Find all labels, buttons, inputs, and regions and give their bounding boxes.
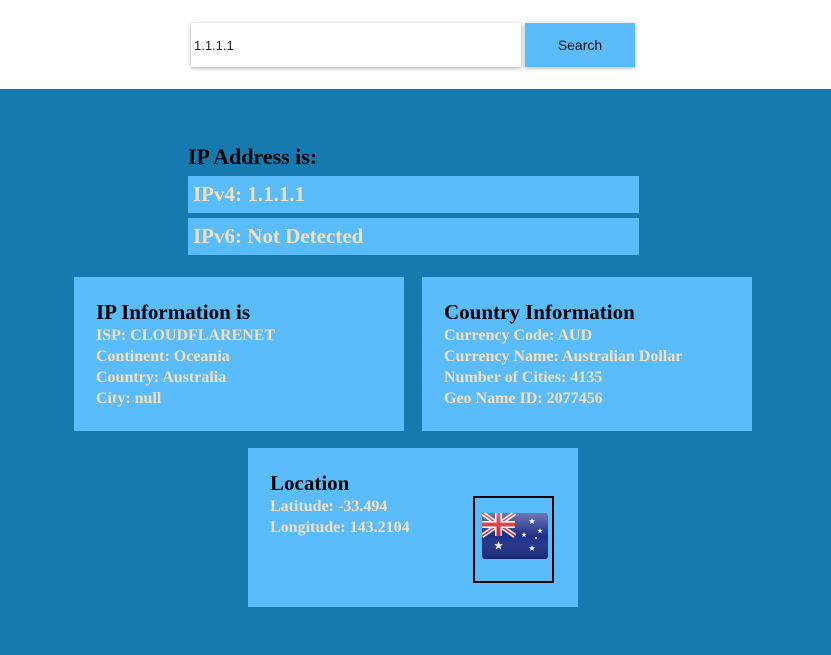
australia-flag-icon [482, 513, 548, 559]
ipv4-bar: IPv4: 1.1.1.1 [188, 176, 639, 213]
currency-code-line: Currency Code: AUD [444, 327, 593, 344]
ip-address-heading: IP Address is: [188, 144, 318, 169]
latitude-line: Latitude: -33.494 [270, 498, 388, 515]
location-card: Location Latitude: -33.494 Longitude: 14… [248, 448, 578, 607]
country-information-title: Country Information [444, 300, 635, 324]
country-line: Country: Australia [96, 369, 227, 386]
ipv6-bar: IPv6: Not Detected [188, 218, 639, 255]
location-title: Location [270, 471, 350, 495]
search-bar: Search [0, 0, 831, 89]
currency-name-line: Currency Name: Australian Dollar [444, 348, 683, 365]
search-button[interactable]: Search [525, 23, 635, 67]
isp-line: ISP: CLOUDFLARENET [96, 327, 276, 344]
country-information-card: Country Information Currency Code: AUD C… [422, 277, 752, 431]
flag-frame [473, 496, 554, 583]
city-line: City: null [96, 390, 162, 407]
longitude-line: Longitude: 143.2104 [270, 519, 410, 536]
ip-information-card: IP Information is ISP: CLOUDFLARENET Con… [74, 277, 404, 431]
continent-line: Continent: Oceania [96, 348, 230, 365]
ip-search-input[interactable] [191, 23, 521, 67]
ip-information-title: IP Information is [96, 300, 251, 324]
geo-name-id-line: Geo Name ID: 2077456 [444, 390, 603, 407]
number-of-cities-line: Number of Cities: 4135 [444, 369, 603, 386]
